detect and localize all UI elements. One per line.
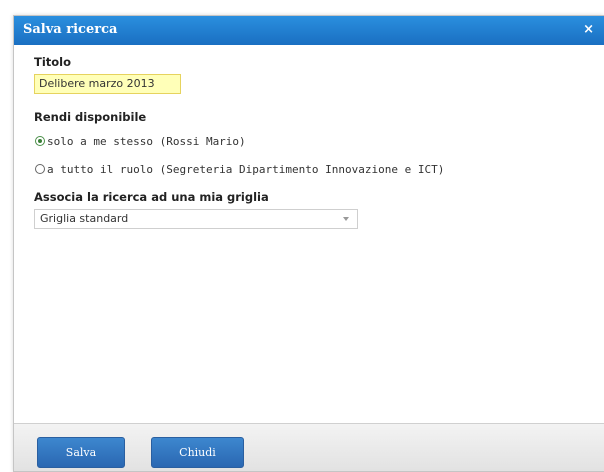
grid-label: Associa la ricerca ad una mia griglia (34, 190, 269, 204)
dialog-footer: Salva Chiudi (14, 423, 604, 471)
close-icon[interactable]: × (583, 22, 594, 38)
availability-label: Rendi disponibile (34, 110, 147, 124)
chevron-down-icon[interactable] (343, 217, 349, 221)
grid-select-value: Griglia standard (40, 212, 129, 225)
radio-option-self[interactable]: solo a me stesso (Rossi Mario) (35, 133, 246, 149)
radio-option-role[interactable]: a tutto il ruolo (Segreteria Dipartiment… (35, 161, 444, 177)
save-button[interactable]: Salva (37, 437, 125, 468)
save-search-dialog: Salva ricerca × Titolo Delibere marzo 20… (13, 15, 604, 472)
close-button[interactable]: Chiudi (151, 437, 244, 468)
radio-label-role: a tutto il ruolo (Segreteria Dipartiment… (47, 162, 445, 176)
dialog-title: Salva ricerca (23, 22, 118, 37)
title-input[interactable]: Delibere marzo 2013 (34, 74, 181, 94)
radio-button-unchecked[interactable] (35, 164, 45, 174)
title-label: Titolo (34, 55, 72, 69)
grid-select[interactable]: Griglia standard (34, 209, 358, 229)
dialog-titlebar: Salva ricerca × (14, 16, 604, 45)
radio-label-self: solo a me stesso (Rossi Mario) (47, 134, 246, 148)
radio-button-checked[interactable] (35, 136, 45, 146)
